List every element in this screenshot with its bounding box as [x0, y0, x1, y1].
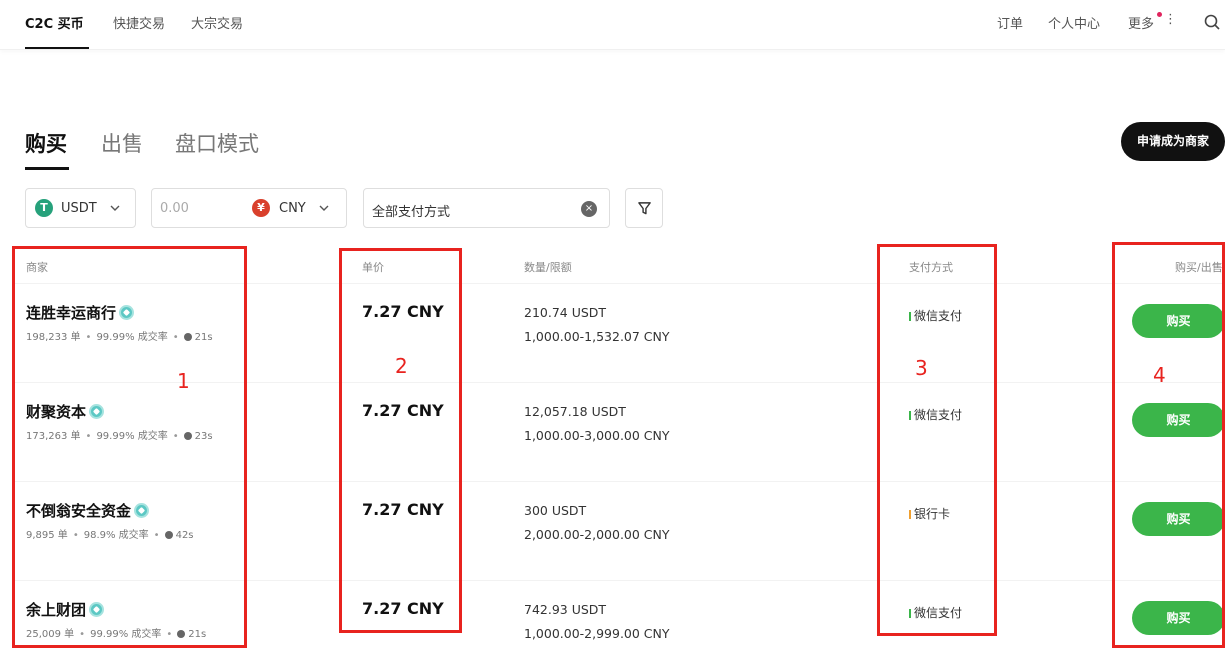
clear-icon[interactable]: × [581, 201, 597, 217]
filter-button[interactable] [625, 188, 663, 228]
annotation-number: 1 [177, 369, 190, 393]
annotation-number: 2 [395, 354, 408, 378]
amount-input[interactable]: 0.00 ¥ CNY [151, 188, 347, 228]
payment-method-value: 全部支付方式 [372, 205, 451, 220]
cny-icon: ¥ [252, 199, 270, 217]
available-quantity: 210.74 USDT [524, 305, 607, 320]
nav-personal-center[interactable]: 个人中心 [1048, 13, 1100, 32]
order-limit: 1,000.00-3,000.00 CNY [524, 428, 670, 443]
annotation-box-merchant [12, 246, 247, 648]
tab-orderbook-mode[interactable]: 盘口模式 [175, 128, 259, 158]
order-limit: 1,000.00-1,532.07 CNY [524, 329, 670, 344]
tab-buy[interactable]: 购买 [25, 128, 67, 158]
tab-active-indicator [25, 167, 69, 170]
more-vertical-icon[interactable]: ⋮ [1164, 12, 1177, 27]
fiat-select-value[interactable]: CNY [279, 201, 306, 216]
chevron-down-icon[interactable] [318, 202, 330, 214]
annotation-box-action [1112, 242, 1225, 648]
nav-active-indicator [25, 47, 89, 49]
column-header-quantity: 数量/限额 [524, 261, 572, 274]
coin-select[interactable]: T USDT [25, 188, 136, 228]
payment-method-select[interactable]: 全部支付方式 × [363, 188, 610, 228]
funnel-icon [638, 202, 651, 215]
annotation-number: 3 [915, 356, 928, 380]
annotation-box-price [339, 248, 462, 633]
coin-select-value: USDT [61, 201, 97, 216]
chevron-down-icon [110, 205, 120, 211]
top-nav: C2C 买币 快捷交易 大宗交易 订单 个人中心 更多 ⋮ [0, 0, 1225, 50]
search-icon[interactable] [1204, 14, 1220, 30]
nav-orders[interactable]: 订单 [997, 13, 1023, 32]
nav-more[interactable]: 更多 [1128, 13, 1154, 32]
apply-merchant-button[interactable]: 申请成为商家 [1121, 122, 1225, 161]
nav-block-trade[interactable]: 大宗交易 [191, 13, 243, 32]
order-limit: 2,000.00-2,000.00 CNY [524, 527, 670, 542]
amount-placeholder: 0.00 [160, 201, 189, 216]
annotation-box-payment [877, 244, 997, 636]
available-quantity: 742.93 USDT [524, 602, 607, 617]
annotation-number: 4 [1153, 363, 1166, 387]
tab-sell[interactable]: 出售 [101, 128, 143, 158]
nav-c2c-buy[interactable]: C2C 买币 [25, 13, 84, 32]
usdt-icon: T [35, 199, 53, 217]
available-quantity: 12,057.18 USDT [524, 404, 626, 419]
notification-dot-icon [1157, 12, 1162, 17]
nav-quick-trade[interactable]: 快捷交易 [113, 13, 165, 32]
order-limit: 1,000.00-2,999.00 CNY [524, 626, 670, 641]
available-quantity: 300 USDT [524, 503, 587, 518]
